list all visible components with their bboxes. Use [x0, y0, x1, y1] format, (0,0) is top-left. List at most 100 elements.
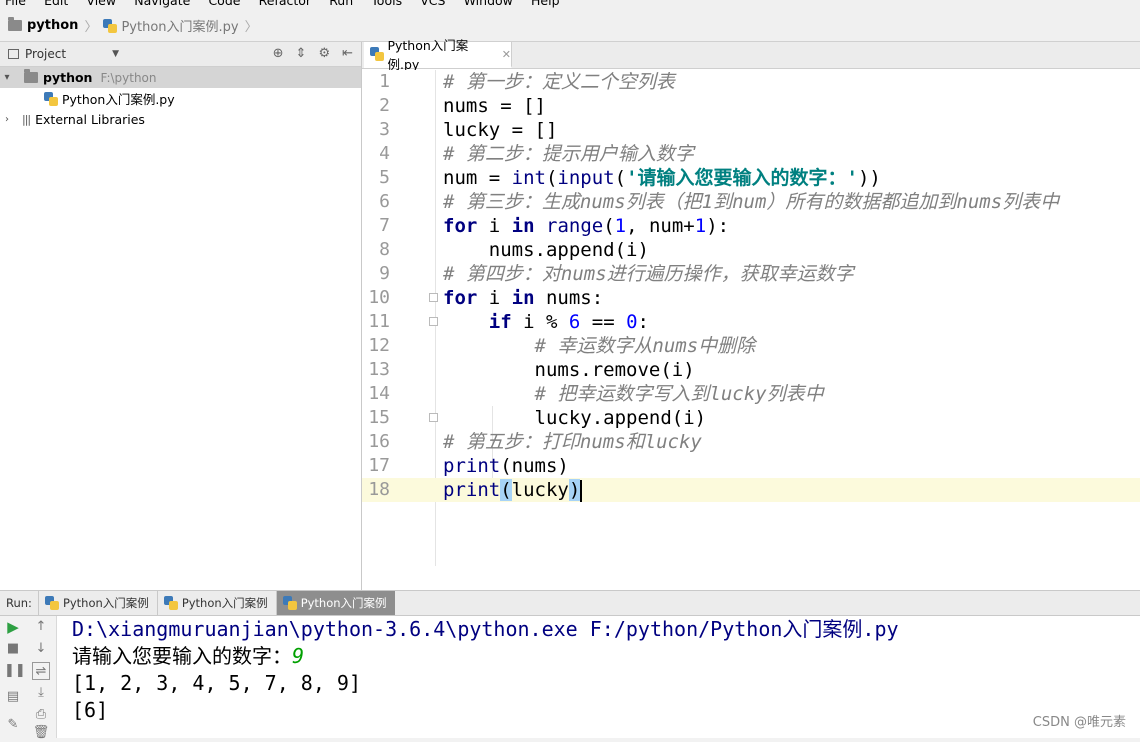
menu-help[interactable]: Help: [531, 0, 560, 8]
menu-tools[interactable]: Tools: [371, 0, 402, 8]
pause-icon[interactable]: ❚❚: [4, 662, 26, 680]
fold-icon[interactable]: [429, 293, 438, 302]
hide-icon[interactable]: ⇤: [342, 46, 353, 61]
close-icon[interactable]: ✕: [502, 48, 511, 61]
menu-file[interactable]: File: [5, 0, 26, 8]
arrow-down-icon[interactable]: ↓: [32, 640, 50, 658]
code-line: 10 for i in nums:: [362, 286, 1140, 310]
run-console[interactable]: ▶ ↑ ■ ↓ ❚❚ ⇌ ▤ ⤓ ⎙ ✎ 🗑 D:\xiangmuruanjia…: [0, 616, 1140, 740]
code-builtin: print: [443, 479, 501, 501]
run-tab-active[interactable]: Python入门案例: [275, 591, 395, 615]
line-number: 14: [368, 383, 390, 404]
code-line: 5 num = int(input('请输入您要输入的数字：')): [362, 166, 1140, 190]
soft-wrap-icon[interactable]: ⇌: [32, 662, 50, 680]
project-view-selector[interactable]: Project: [25, 47, 66, 61]
editor-tab-bar: Python入门案例.py ✕: [362, 38, 1140, 72]
breadcrumb-file[interactable]: Python入门案例.py: [121, 16, 238, 35]
chevron-right-icon[interactable]: ›: [0, 114, 14, 125]
tree-item-file[interactable]: Python入门案例.py: [0, 88, 361, 109]
python-file-icon: [163, 596, 178, 610]
menu-refactor[interactable]: Refactor: [259, 0, 311, 8]
code-area[interactable]: 1 # 第一步：定义二个空列表 2 nums = [] 3 lucky = [] 4 #…: [362, 70, 1140, 566]
menu-window[interactable]: Window: [464, 0, 513, 8]
editor: Python入门案例.py ✕ 1 # 第一步：定义二个空列表 2 nums = […: [362, 38, 1140, 590]
code-line: 14 # 把幸运数字写入到lucky列表中: [362, 382, 1140, 406]
chevron-right-icon: 〉: [84, 20, 98, 35]
trash-icon[interactable]: 🗑: [32, 724, 50, 742]
run-tab-bar: Run: Python入门案例 Python入门案例 Python入门案例: [0, 590, 1140, 616]
chevron-down-icon[interactable]: ▼: [112, 49, 119, 59]
chevron-down-icon[interactable]: ▾: [0, 72, 14, 83]
collapse-icon[interactable]: ⇕: [296, 46, 307, 61]
line-number: 10: [368, 287, 390, 308]
code-text: lucky = []: [443, 119, 558, 141]
code-keyword: for: [443, 215, 478, 237]
tree-file-label: Python入门案例.py: [62, 92, 175, 107]
library-icon: |||: [22, 113, 31, 126]
tree-root-path: F:\python: [100, 70, 157, 85]
code-text: lucky.append(i): [443, 407, 707, 429]
project-panel: Project ▼ ⊕ ⇕ ⚙ ⇤ ▾ python F:\python Pyt…: [0, 42, 362, 590]
line-number: 6: [379, 191, 390, 212]
python-file-icon: [282, 596, 297, 610]
folder-icon: [8, 17, 22, 31]
fold-icon[interactable]: [429, 317, 438, 326]
scroll-to-end-icon[interactable]: ⤓: [32, 684, 50, 702]
chevron-right-icon: 〉: [244, 20, 258, 35]
restore-layout-icon[interactable]: ▤: [4, 688, 22, 706]
pin-icon[interactable]: ✎: [4, 716, 22, 734]
code-number: 0: [626, 311, 638, 333]
code-builtin: print: [443, 455, 501, 477]
tree-item-external-libraries[interactable]: › ||| External Libraries: [0, 109, 361, 130]
print-icon[interactable]: ⎙: [32, 706, 50, 724]
breadcrumb-project[interactable]: python: [27, 18, 78, 33]
menu-vcs[interactable]: VCS: [420, 0, 445, 8]
menu-edit[interactable]: Edit: [44, 0, 68, 8]
arrow-up-icon[interactable]: ↑: [32, 618, 50, 636]
rerun-icon[interactable]: ▶: [4, 618, 22, 636]
project-panel-header: Project ▼ ⊕ ⇕ ⚙ ⇤: [0, 42, 361, 67]
run-label: Run:: [6, 596, 32, 610]
code-text: , num+: [626, 215, 695, 237]
menu-navigate[interactable]: Navigate: [134, 0, 190, 8]
code-text: ==: [580, 311, 627, 333]
tree-root-name: python: [43, 70, 93, 85]
code-text: (: [545, 167, 558, 189]
line-number: 5: [379, 167, 390, 188]
code-text: (: [603, 215, 615, 237]
run-tab-label: Python入门案例: [62, 596, 149, 610]
line-number: 3: [379, 119, 390, 140]
stop-icon[interactable]: ■: [4, 640, 22, 658]
run-tab[interactable]: Python入门案例: [156, 591, 276, 615]
code-text: nums:: [534, 287, 604, 309]
console-output-line: [1, 2, 3, 4, 5, 7, 8, 9]: [72, 671, 361, 695]
tree-item-project-root[interactable]: ▾ python F:\python: [0, 67, 361, 88]
code-line: 13 nums.remove(i): [362, 358, 1140, 382]
menu-code[interactable]: Code: [208, 0, 240, 8]
line-number: 16: [368, 431, 390, 452]
tab-python-file[interactable]: Python入门案例.py ✕: [364, 38, 512, 72]
fold-icon[interactable]: [429, 413, 438, 422]
menu-view[interactable]: View: [86, 0, 116, 8]
line-number: 18: [368, 479, 390, 500]
locate-icon[interactable]: ⊕: [273, 46, 284, 61]
run-tab-label: Python入门案例: [300, 596, 387, 610]
code-text: nums.append(i): [443, 239, 649, 261]
code-number: 1: [614, 215, 627, 237]
code-line: 8 nums.append(i): [362, 238, 1140, 262]
code-line: 9 # 第四步：对nums进行遍历操作，获取幸运数字: [362, 262, 1140, 286]
gear-icon[interactable]: ⚙: [318, 46, 330, 61]
console-toolbar: ▶ ↑ ■ ↓ ❚❚ ⇌ ▤ ⤓ ⎙ ✎ 🗑: [0, 616, 57, 740]
code-keyword: for: [443, 287, 478, 309]
code-line: 12 # 幸运数字从nums中删除: [362, 334, 1140, 358]
console-prompt: 请输入您要输入的数字：: [72, 644, 292, 668]
menu-run[interactable]: Run: [329, 0, 353, 8]
run-tab[interactable]: Python入门案例: [37, 591, 157, 615]
run-tab-label: Python入门案例: [181, 596, 268, 610]
code-text: i: [477, 215, 512, 237]
code-text: lucky: [511, 479, 569, 501]
console-user-input: 9: [292, 644, 305, 668]
console-output-line: [6]: [72, 698, 109, 722]
